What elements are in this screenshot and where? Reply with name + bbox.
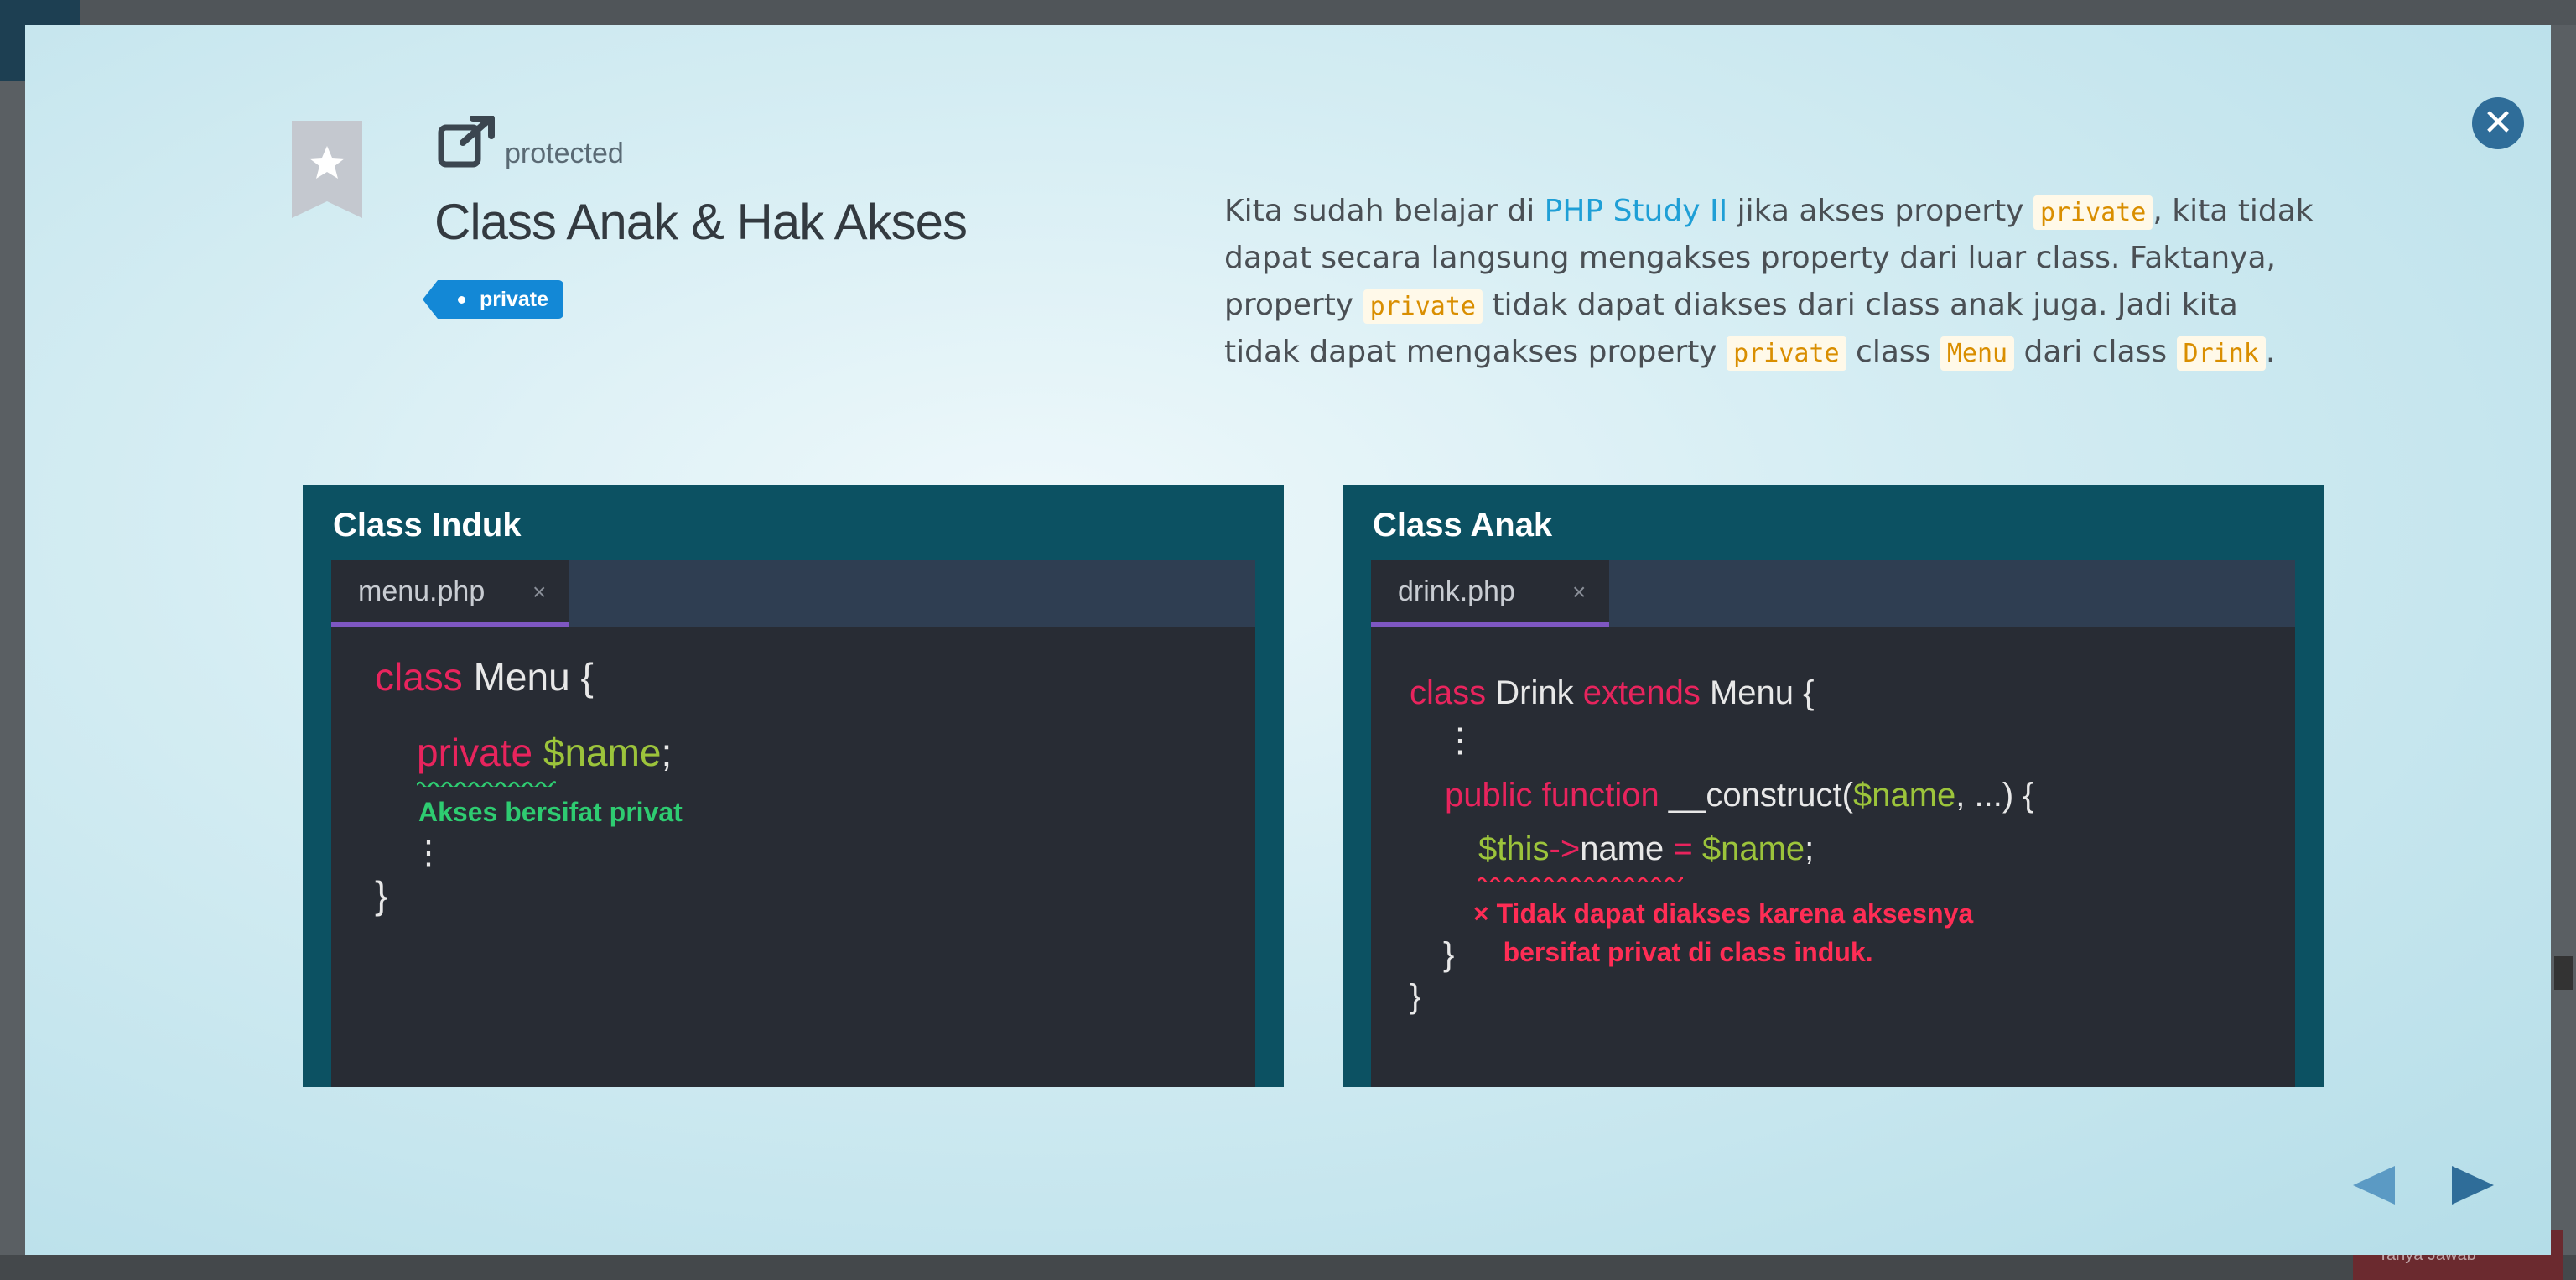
tab-label: drink.php — [1398, 575, 1515, 607]
tab-drink-php: drink.php × — [1371, 560, 1609, 627]
error-note: × Tidak dapat diakses karena aksesnya be… — [1473, 898, 1974, 967]
code-line: private $name; — [417, 731, 673, 774]
page-subtitle: protected — [505, 138, 624, 169]
squiggle-underline — [1478, 877, 1683, 882]
tab-close-icon: × — [532, 579, 547, 605]
ellipsis: ⋮ — [1443, 722, 1477, 759]
panel-title: Class Induk — [333, 507, 522, 544]
ellipsis: ⋮ — [412, 835, 445, 872]
background-scrollbar — [2554, 956, 2573, 990]
background-topbar — [0, 0, 2576, 25]
class-induk-panel: Class Induk menu.php × class Menu { priv… — [303, 485, 1284, 1087]
editor-tabbar: menu.php × — [331, 560, 1255, 627]
code-private: private — [1727, 336, 1846, 371]
code-line: class Menu { — [375, 655, 594, 699]
tab-menu-php: menu.php × — [331, 560, 569, 627]
panel-title: Class Anak — [1373, 507, 1553, 544]
code-editor: drink.php × class Drink extends Menu { ⋮… — [1371, 560, 2295, 1087]
bookmark-icon[interactable] — [292, 121, 362, 218]
code-private: private — [2033, 195, 2153, 230]
next-arrow-icon[interactable] — [2450, 1163, 2496, 1208]
code-line: $this->name = $name; — [1478, 830, 1815, 867]
slide-modal: ✕ protected Class Anak & Hak Akses priva… — [25, 25, 2551, 1255]
closing-brace: } — [1410, 978, 1421, 1015]
code-drink: Drink — [2176, 336, 2266, 371]
squiggle-underline — [417, 781, 556, 787]
description: Kita sudah belajar di PHP Study II jika … — [1224, 194, 2314, 371]
closing-brace: } — [1443, 936, 1455, 973]
tab-close-icon: × — [1572, 579, 1587, 605]
php-study-link[interactable]: PHP Study II — [1545, 194, 1728, 228]
external-link-icon — [438, 116, 495, 168]
page-title: Class Anak & Hak Akses — [434, 194, 968, 250]
code-editor: menu.php × class Menu { private $name; A… — [331, 560, 1255, 1087]
access-note: Akses bersifat privat — [418, 797, 683, 827]
background-bottombar — [0, 1255, 2576, 1280]
editor-tabbar: drink.php × — [1371, 560, 2295, 627]
code-line: public function __construct($name, ...) … — [1445, 777, 2034, 814]
code-menu: Menu — [1940, 336, 2015, 371]
tag-private[interactable]: private — [423, 280, 564, 319]
prev-arrow-icon[interactable] — [2351, 1163, 2397, 1208]
code-line: class Drink extends Menu { — [1410, 674, 1815, 711]
code-private: private — [1363, 289, 1483, 324]
tab-label: menu.php — [358, 575, 486, 607]
closing-brace: } — [375, 873, 388, 917]
class-anak-panel: Class Anak drink.php × class Drink exten… — [1343, 485, 2324, 1087]
close-icon[interactable]: ✕ — [2472, 97, 2524, 149]
